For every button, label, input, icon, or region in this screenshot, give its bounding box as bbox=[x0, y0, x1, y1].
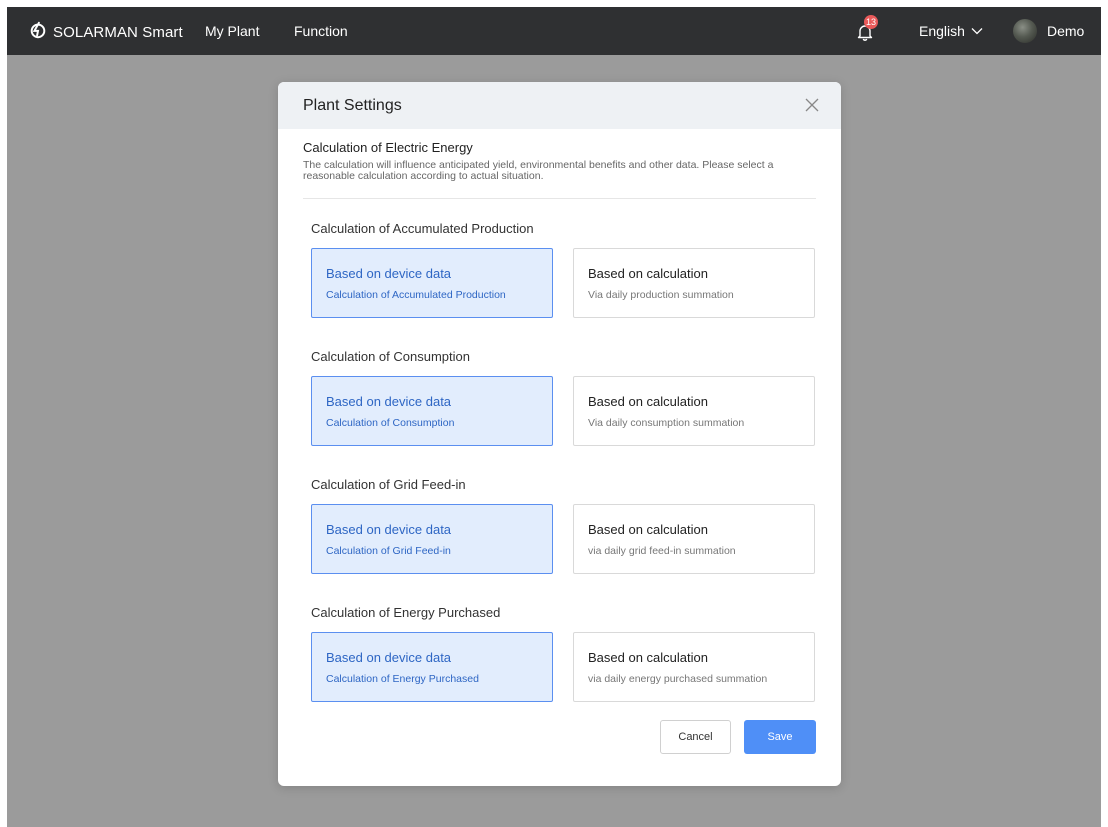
option-device-data[interactable]: Based on device data Calculation of Grid… bbox=[311, 504, 553, 574]
option-description: via daily grid feed-in summation bbox=[588, 545, 736, 557]
dialog-title: Plant Settings bbox=[303, 97, 402, 114]
solarman-logo-icon bbox=[29, 21, 47, 44]
group-title: Calculation of Consumption bbox=[311, 349, 470, 364]
option-title: Based on calculation bbox=[588, 522, 708, 537]
option-description: Calculation of Grid Feed-in bbox=[326, 545, 451, 557]
nav-function[interactable]: Function bbox=[294, 23, 348, 39]
option-title: Based on calculation bbox=[588, 394, 708, 409]
option-calculation[interactable]: Based on calculation via daily grid feed… bbox=[573, 504, 815, 574]
section-description: The calculation will influence anticipat… bbox=[303, 159, 774, 182]
bell-icon bbox=[857, 25, 873, 45]
divider bbox=[303, 198, 816, 199]
option-title: Based on device data bbox=[326, 522, 452, 537]
plant-settings-dialog: Plant Settings Calculation of Electric E… bbox=[278, 82, 841, 786]
option-title: Based on device data bbox=[326, 650, 452, 665]
option-title: Based on calculation bbox=[588, 650, 708, 665]
option-device-data[interactable]: Based on device data Calculation of Cons… bbox=[311, 376, 553, 446]
group-title: Calculation of Accumulated Production bbox=[311, 221, 534, 236]
option-calculation[interactable]: Based on calculation Via daily productio… bbox=[573, 248, 815, 318]
brand-name: SOLARMAN Smart bbox=[53, 23, 183, 41]
section-header: Calculation of Electric Energy The calcu… bbox=[303, 140, 816, 182]
close-icon[interactable] bbox=[805, 98, 819, 112]
option-title: Based on device data bbox=[326, 394, 452, 409]
avatar[interactable] bbox=[1013, 19, 1037, 43]
top-navbar: SOLARMAN Smart My Plant Function 13 Engl… bbox=[7, 7, 1101, 55]
group-title: Calculation of Energy Purchased bbox=[311, 605, 501, 620]
save-button[interactable]: Save bbox=[744, 720, 816, 754]
option-device-data[interactable]: Based on device data Calculation of Ener… bbox=[311, 632, 553, 702]
chevron-down-icon bbox=[971, 27, 983, 35]
dialog-header: Plant Settings bbox=[278, 82, 841, 129]
cancel-button[interactable]: Cancel bbox=[660, 720, 731, 754]
app-frame: SOLARMAN Smart My Plant Function 13 Engl… bbox=[7, 7, 1101, 827]
brand-logo[interactable]: SOLARMAN Smart bbox=[29, 21, 183, 44]
option-calculation[interactable]: Based on calculation via daily energy pu… bbox=[573, 632, 815, 702]
language-label: English bbox=[919, 23, 965, 39]
language-selector[interactable]: English bbox=[919, 23, 983, 39]
group-title: Calculation of Grid Feed-in bbox=[311, 477, 466, 492]
notification-badge: 13 bbox=[864, 15, 879, 29]
option-description: via daily energy purchased summation bbox=[588, 673, 768, 685]
option-title: Based on device data bbox=[326, 266, 452, 281]
section-title: Calculation of Electric Energy bbox=[303, 140, 473, 155]
option-title: Based on calculation bbox=[588, 266, 708, 281]
option-description: Via daily production summation bbox=[588, 289, 734, 301]
option-description: Calculation of Consumption bbox=[326, 417, 455, 429]
user-name[interactable]: Demo bbox=[1047, 23, 1084, 39]
option-device-data[interactable]: Based on device data Calculation of Accu… bbox=[311, 248, 553, 318]
option-description: Calculation of Energy Purchased bbox=[326, 673, 479, 685]
nav-my-plant[interactable]: My Plant bbox=[205, 23, 259, 39]
option-description: Calculation of Accumulated Production bbox=[326, 289, 506, 301]
option-calculation[interactable]: Based on calculation Via daily consumpti… bbox=[573, 376, 815, 446]
notifications-button[interactable]: 13 bbox=[857, 15, 879, 41]
option-description: Via daily consumption summation bbox=[588, 417, 745, 429]
